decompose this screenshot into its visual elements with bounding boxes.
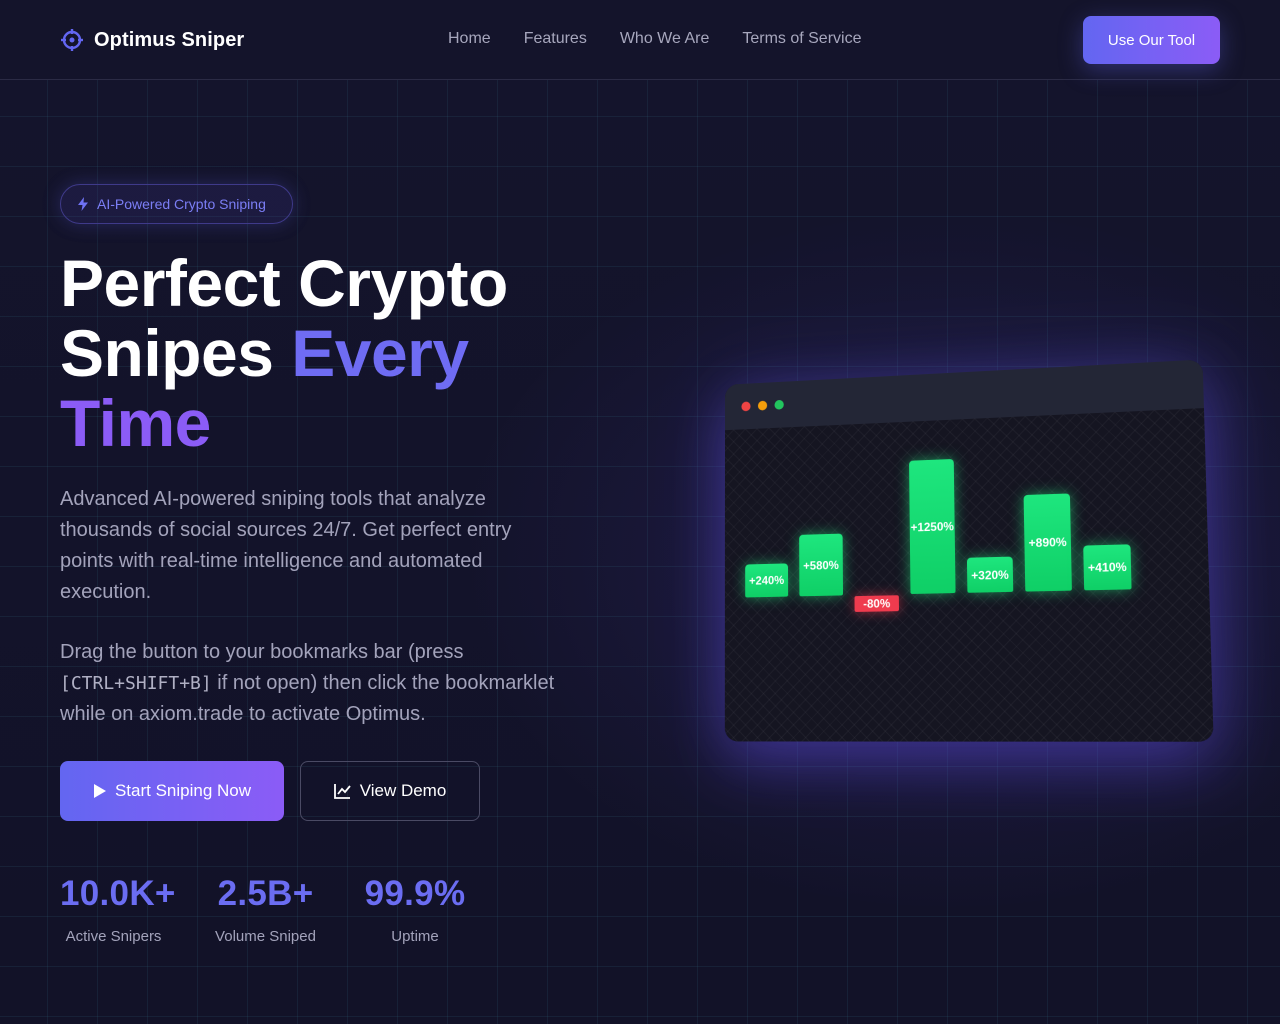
headline-accent-time: Time <box>60 386 211 460</box>
chart-bar: +1250% <box>909 458 956 594</box>
nav-links: Home Features Who We Are Terms of Servic… <box>448 30 894 48</box>
window-minimize-dot <box>757 400 768 411</box>
chart-bar-label: +580% <box>803 557 839 573</box>
chart-bar: +580% <box>799 533 844 597</box>
stat-label: Active Snipers <box>65 928 162 945</box>
lightning-icon <box>78 197 88 211</box>
gains-chart: +240% +580% -80% +1250% +320% +890% +410% <box>724 408 1214 742</box>
nav-link-home[interactable]: Home <box>448 30 491 48</box>
dashboard-mockup: +240% +580% -80% +1250% +320% +890% +410% <box>713 359 1214 742</box>
chart-bar: -80% <box>854 595 899 612</box>
start-sniping-button[interactable]: Start Sniping Now <box>60 761 284 821</box>
chart-bar: +320% <box>966 557 1014 593</box>
stat-uptime: 99.9% Uptime <box>360 874 470 945</box>
stat-value: 2.5B+ <box>217 874 314 913</box>
use-our-tool-button[interactable]: Use Our Tool <box>1083 16 1220 64</box>
keyboard-shortcut: [CTRL+SHIFT+B] <box>60 673 212 694</box>
view-demo-button[interactable]: View Demo <box>300 761 480 821</box>
view-demo-label: View Demo <box>359 781 447 800</box>
mockup-window: +240% +580% -80% +1250% +320% +890% +410% <box>724 359 1214 742</box>
headline-accent-every: Every <box>291 316 469 390</box>
bookmarklet-instructions: Drag the button to your bookmarks bar (p… <box>60 637 570 730</box>
headline-line-1: Perfect Crypto <box>60 246 508 320</box>
headline-line-2: Snipes <box>60 316 274 390</box>
chart-bar: +890% <box>1023 493 1072 592</box>
chart-bar-label: +240% <box>749 573 785 588</box>
window-maximize-dot <box>774 399 784 410</box>
brand[interactable]: Optimus Sniper <box>60 28 244 52</box>
top-nav: Optimus Sniper Home Features Who We Are … <box>0 0 1280 80</box>
instructions-before: Drag the button to your bookmarks bar (p… <box>60 641 464 663</box>
chart-line-icon <box>333 783 351 799</box>
stat-label: Volume Sniped <box>215 928 316 945</box>
hero-headline: Perfect Crypto Snipes Every Time <box>60 248 620 458</box>
chart-bar: +240% <box>745 563 789 598</box>
chart-bar-label: -80% <box>863 596 891 611</box>
nav-link-features[interactable]: Features <box>524 30 587 48</box>
chart-bar-label: +410% <box>1087 559 1127 575</box>
stat-label: Uptime <box>391 928 439 945</box>
window-close-dot <box>741 401 751 412</box>
nav-link-terms[interactable]: Terms of Service <box>742 30 861 48</box>
chart-bar-label: +1250% <box>910 518 954 534</box>
stat-volume-sniped: 2.5B+ Volume Sniped <box>212 874 319 945</box>
chart-bar-label: +890% <box>1028 534 1067 551</box>
crosshair-icon <box>61 29 83 51</box>
chart-bar: +410% <box>1083 544 1132 591</box>
start-sniping-label: Start Sniping Now <box>114 781 252 800</box>
chart-bar-label: +320% <box>971 567 1009 583</box>
badge-text: AI-Powered Crypto Sniping <box>97 196 266 212</box>
hero-description: Advanced AI-powered sniping tools that a… <box>60 488 512 603</box>
play-icon <box>93 784 106 798</box>
stat-value: 99.9% <box>364 874 466 913</box>
stat-value: 10.0K+ <box>60 874 176 913</box>
brand-name: Optimus Sniper <box>94 28 245 51</box>
nav-link-who-we-are[interactable]: Who We Are <box>620 30 710 48</box>
ai-badge: AI-Powered Crypto Sniping <box>60 184 293 224</box>
stat-active-snipers: 10.0K+ Active Snipers <box>60 874 176 945</box>
